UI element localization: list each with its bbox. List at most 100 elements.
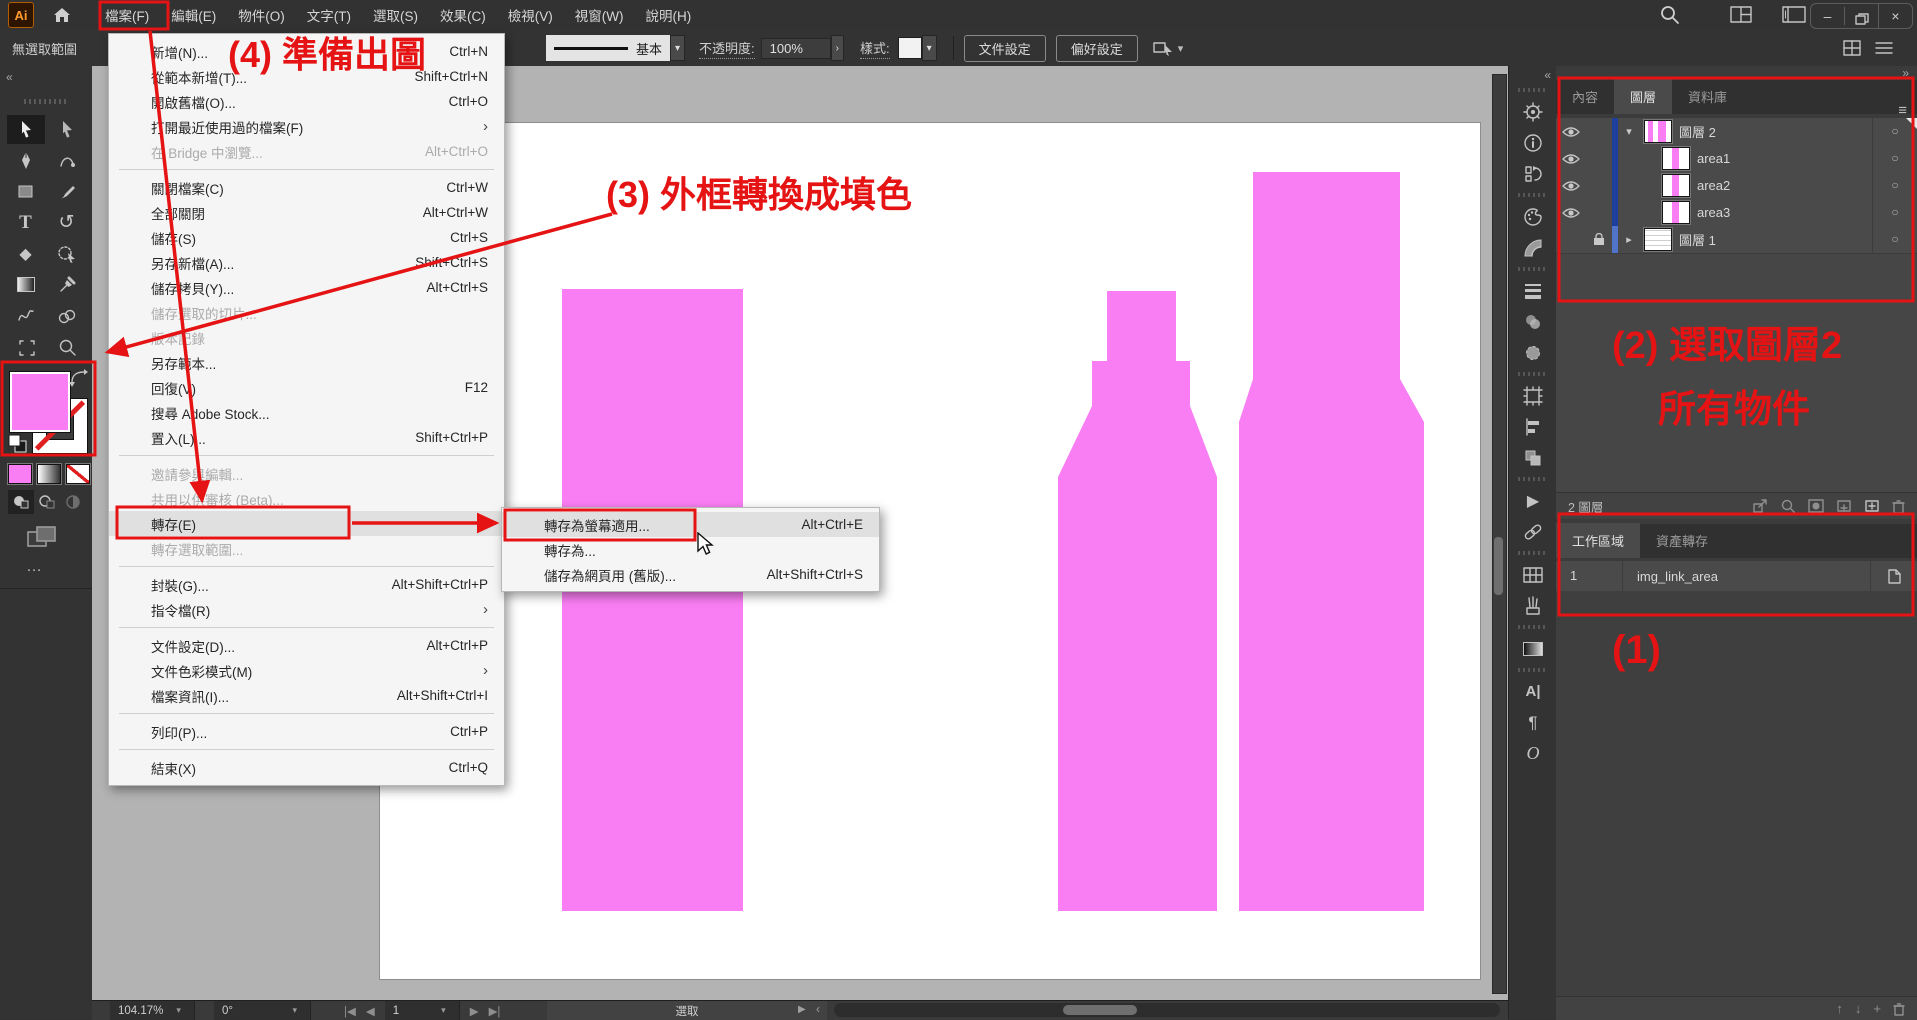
menu-item-print[interactable]: 列印(P)...Ctrl+P [109,719,504,744]
menu-item-scripts[interactable]: 指令檔(R)› [109,597,504,622]
menubar-edit[interactable]: 編輯(E) [160,0,227,30]
menubar-view[interactable]: 檢視(V) [497,0,564,30]
menu-item-close[interactable]: 關閉檔案(C)Ctrl+W [109,175,504,200]
style-label[interactable]: 樣式: [860,38,890,59]
isolate-selection-icon[interactable] [1152,39,1174,57]
fill-color-swatch[interactable] [10,372,70,432]
target-circle-icon[interactable]: ○ [1872,199,1917,226]
menu-item-exit[interactable]: 結束(X)Ctrl+Q [109,755,504,780]
visibility-eye-icon[interactable] [1556,180,1586,192]
shape-builder-tool[interactable] [48,301,86,330]
menubar-object[interactable]: 物件(O) [227,0,296,30]
layer-row[interactable]: area3 ○ [1556,199,1917,227]
tab-properties[interactable]: 內容 [1556,79,1614,114]
artboard-row[interactable]: 1 img_link_area [1556,560,1917,592]
curvature-tool[interactable] [48,146,86,175]
menu-item-document-color-mode[interactable]: 文件色彩模式(M)› [109,658,504,683]
layer-row[interactable]: area2 ○ [1556,172,1917,200]
version-history-panel-icon[interactable] [1509,158,1557,189]
menubar-type[interactable]: 文字(T) [296,0,362,30]
layer-name[interactable]: 圖層 1 [1679,230,1716,249]
artboards-panel-icon[interactable] [1509,380,1557,411]
minimize-button[interactable]: – [1811,4,1844,28]
style-chevron[interactable]: ▾ [922,35,937,61]
workspace-switcher-icon[interactable] [1730,6,1752,24]
info-panel-icon[interactable] [1509,127,1557,158]
tools-grip[interactable] [24,99,68,104]
horizontal-scrollbar[interactable] [834,1003,1500,1017]
color-panel-icon[interactable] [1509,201,1557,232]
align-panel-icon[interactable] [1509,411,1557,442]
first-artboard-button[interactable]: |◀ [344,1004,356,1018]
menu-item-close-all[interactable]: 全部關閉Alt+Ctrl+W [109,200,504,225]
screen-mode-icon[interactable] [26,524,60,552]
menu-item-save-as-template[interactable]: 另存範本... [109,350,504,375]
menu-item-export[interactable]: 轉存(E)› [109,511,504,536]
collapse-panels-icon[interactable]: » [1902,66,1909,80]
pen-tool[interactable] [7,146,45,175]
preferences-button[interactable]: 偏好設定 [1056,35,1138,62]
stroke-style-dropdown[interactable]: 基本 [546,35,670,61]
stroke-panel-icon[interactable] [1509,275,1557,306]
collect-for-export-icon[interactable] [1753,499,1769,513]
menu-item-new[interactable]: 新增(N)...Ctrl+N [109,39,504,64]
new-artboard-icon[interactable]: + [1873,1001,1881,1016]
menu-item-package[interactable]: 封裝(G)...Alt+Shift+Ctrl+P [109,572,504,597]
color-button[interactable] [8,464,32,484]
prev-artboard-button[interactable]: ◀ [366,1004,375,1018]
menu-item-save-a-copy[interactable]: 儲存拷貝(Y)...Alt+Ctrl+S [109,275,504,300]
pathfinder-panel-icon[interactable] [1509,442,1557,473]
artwork-bottle-right[interactable] [1239,172,1424,911]
menu-item-search-adobe-stock[interactable]: 搜尋 Adobe Stock... [109,400,504,425]
menu-item-open[interactable]: 開啟舊檔(O)...Ctrl+O [109,89,504,114]
tab-asset-export[interactable]: 資產轉存 [1640,523,1724,558]
stroke-style-chevron[interactable]: ▾ [670,35,685,61]
tab-layers[interactable]: 圖層 [1614,79,1672,114]
selection-tool[interactable] [7,115,45,144]
layer-thumbnail[interactable] [1644,228,1672,251]
gradient-tool[interactable] [7,270,45,299]
rotate-tool[interactable]: ↺ [48,208,86,237]
move-artboard-up-icon[interactable]: ↑ [1836,1001,1843,1016]
menubar-effect[interactable]: 效果(C) [429,0,497,30]
lock-icon[interactable] [1586,233,1612,246]
menubar-file[interactable]: 檔案(F) [94,0,160,30]
draw-normal-icon[interactable] [8,490,34,514]
edit-toolbar-icon[interactable]: … [26,558,44,576]
restore-button[interactable] [1844,7,1878,25]
artwork-rectangle[interactable] [562,289,743,911]
opacity-field[interactable]: 100% [761,38,831,59]
opacity-label[interactable]: 不透明度: [699,38,755,59]
menu-item-revert[interactable]: 回復(V)F12 [109,375,504,400]
expand-chevron-icon[interactable]: ▾ [1618,125,1640,138]
opacity-expand[interactable]: › [831,35,844,61]
draw-behind-icon[interactable] [34,490,60,514]
properties-panel-icon[interactable] [1509,96,1557,127]
character-panel-icon[interactable]: A| [1509,676,1557,707]
selection-options-icon[interactable] [1509,337,1557,368]
menubar-select[interactable]: 選取(S) [362,0,429,30]
draw-inside-icon[interactable] [60,490,86,514]
menu-item-open-recent[interactable]: 打開最近使用過的檔案(F)› [109,114,504,139]
layer-thumbnail[interactable] [1662,174,1690,197]
none-button[interactable] [66,464,90,484]
isolate-chevron[interactable]: ▾ [1174,42,1188,55]
touch-workspace-icon[interactable] [1843,40,1861,56]
visibility-eye-icon[interactable] [1556,126,1586,138]
menu-item-export-as[interactable]: 轉存為... [502,537,879,562]
opentype-panel-icon[interactable]: O [1509,738,1557,769]
type-tool[interactable]: T [7,208,45,237]
expand-chevron-icon[interactable]: ▸ [1618,233,1640,246]
brushes-panel-icon[interactable] [1509,590,1557,621]
layer-row[interactable]: ▾ 圖層 2 ○ [1556,118,1917,146]
horizontal-scroll-thumb[interactable] [1063,1005,1137,1015]
last-artboard-button[interactable]: ▶| [489,1004,501,1018]
locate-object-icon[interactable] [1781,499,1796,514]
visibility-eye-icon[interactable] [1556,153,1586,165]
layer-name[interactable]: 圖層 2 [1679,122,1716,141]
menu-item-place[interactable]: 置入(L)...Shift+Ctrl+P [109,425,504,450]
eyedropper-tool[interactable] [48,270,86,299]
rectangle-tool[interactable] [7,177,45,206]
target-circle-icon[interactable]: ○ [1872,226,1917,253]
collapse-strip-icon[interactable]: ‹ [816,1002,820,1016]
